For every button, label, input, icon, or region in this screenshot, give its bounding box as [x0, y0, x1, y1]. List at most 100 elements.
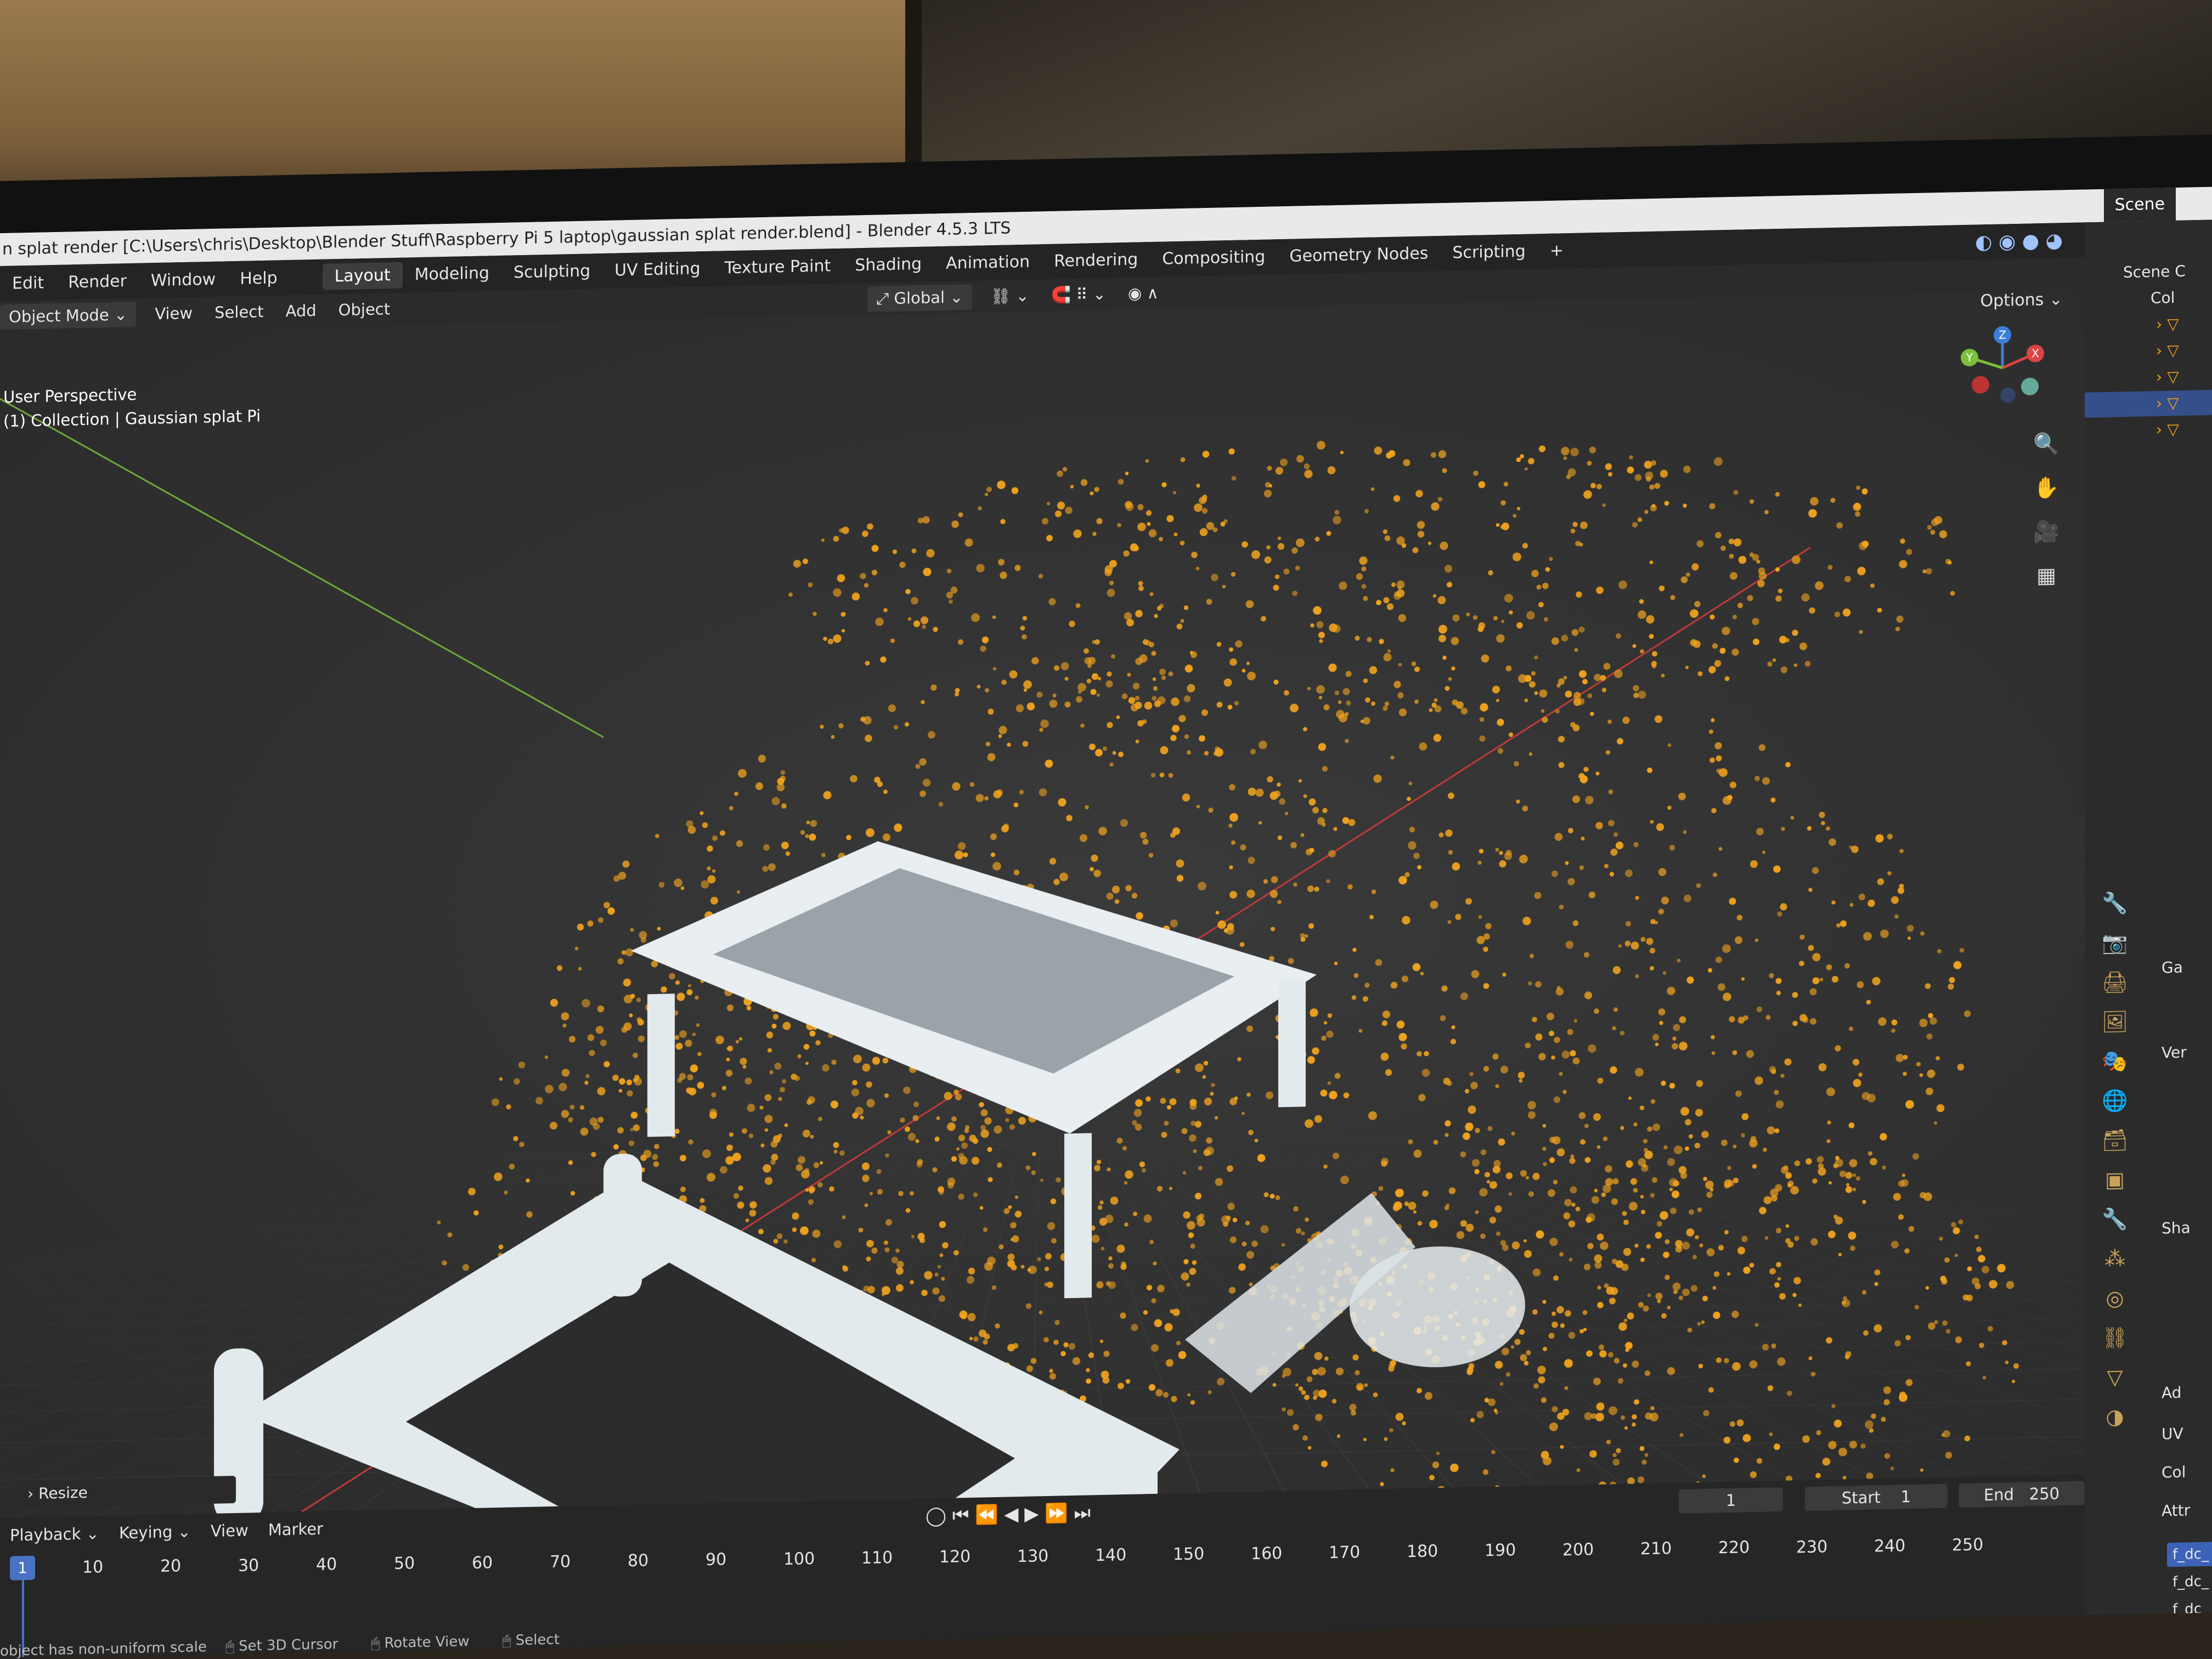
- scene-selector[interactable]: Scene: [2103, 187, 2176, 222]
- splat-point: [1096, 693, 1101, 697]
- splat-point: [1951, 1222, 1956, 1228]
- tab-rendering[interactable]: Rendering: [1042, 246, 1150, 275]
- attribute-item[interactable]: f_dc_: [2167, 1596, 2212, 1622]
- particles-icon[interactable]: ⁂: [2096, 1246, 2134, 1286]
- menu-select[interactable]: Select: [204, 302, 274, 323]
- menu-render[interactable]: Render: [56, 271, 139, 292]
- attribute-item[interactable]: f_dc_: [2167, 1569, 2212, 1594]
- physics-icon[interactable]: ◎: [2096, 1286, 2134, 1326]
- scene-icon[interactable]: 🎭: [2096, 1049, 2134, 1089]
- menu-add[interactable]: Add: [275, 301, 328, 321]
- output-icon[interactable]: 🖨: [2096, 970, 2134, 1010]
- outliner-object-5[interactable]: › ▽: [2085, 415, 2212, 444]
- pan-hand-icon[interactable]: ✋: [2030, 471, 2063, 504]
- splat-point: [1567, 1029, 1573, 1035]
- splat-point: [1635, 895, 1639, 900]
- material-icon[interactable]: ◑: [2096, 1404, 2134, 1444]
- splat-point: [1808, 945, 1814, 951]
- 3d-viewport[interactable]: User Perspective (1) Collection | Gaussi…: [0, 289, 2085, 1518]
- section-uv-maps[interactable]: UV: [2162, 1425, 2183, 1443]
- playback-controls[interactable]: ◯ ⏮ ⏪ ◀ ▶ ⏩ ⏭: [926, 1502, 1091, 1527]
- tab-shading[interactable]: Shading: [843, 251, 934, 279]
- tab-modeling[interactable]: Modeling: [403, 260, 501, 289]
- world-icon[interactable]: 🌐: [2096, 1088, 2134, 1128]
- splat-point: [1728, 538, 1735, 545]
- attribute-item[interactable]: f_res: [2167, 1624, 2212, 1649]
- playhead[interactable]: 1: [10, 1555, 35, 1581]
- navigation-gizmo[interactable]: Z Y X: [1959, 323, 2046, 413]
- proportional-edit-icon[interactable]: ◉ ∧: [1117, 283, 1170, 303]
- section-color-attributes[interactable]: Col: [2162, 1463, 2186, 1482]
- section-vertex-groups[interactable]: Ver: [2162, 1043, 2187, 1062]
- data-icon[interactable]: ▽: [2096, 1365, 2134, 1405]
- attribute-item[interactable]: f_dc_: [2167, 1542, 2212, 1567]
- outliner-object-3[interactable]: › ▽: [2085, 362, 2212, 392]
- menu-view[interactable]: View: [144, 303, 204, 323]
- splat-point: [1189, 1134, 1197, 1142]
- tab-animation[interactable]: Animation: [934, 249, 1042, 277]
- attribute-item[interactable]: f_res: [2167, 1651, 2212, 1659]
- menu-keying[interactable]: Keying ⌄: [109, 1522, 201, 1543]
- splat-point: [821, 853, 826, 857]
- splat-point: [1125, 885, 1132, 891]
- splat-point: [1597, 1077, 1604, 1084]
- last-operator-panel[interactable]: › Resize: [16, 1475, 236, 1508]
- render-icon[interactable]: 📷: [2096, 930, 2134, 970]
- transform-orientation-selector[interactable]: ⤢ Global ⌄: [867, 284, 972, 312]
- snap-icon[interactable]: 🧲 ⠿ ⌄: [1040, 284, 1117, 305]
- menu-timeline-view[interactable]: View: [201, 1521, 258, 1541]
- end-frame-field[interactable]: End 250: [1959, 1481, 2085, 1508]
- splat-point: [763, 844, 770, 851]
- tab-uv-editing[interactable]: UV Editing: [602, 256, 713, 284]
- menu-object[interactable]: Object: [328, 300, 401, 320]
- collection-icon[interactable]: 🗃: [2096, 1128, 2134, 1168]
- add-workspace-button[interactable]: +: [1538, 238, 1576, 264]
- start-frame-field[interactable]: Start 1: [1805, 1483, 1948, 1511]
- splat-point: [1523, 1239, 1527, 1243]
- current-frame-field[interactable]: 1: [1679, 1487, 1783, 1514]
- menu-marker[interactable]: Marker: [258, 1519, 333, 1539]
- outliner-object-1[interactable]: › ▽: [2085, 309, 2212, 339]
- pivot-icon[interactable]: ⛓ ⌄: [980, 286, 1040, 306]
- tab-sculpting[interactable]: Sculpting: [501, 258, 602, 286]
- splat-point: [607, 907, 615, 915]
- splat-point: [1238, 1263, 1246, 1271]
- splat-point: [1720, 545, 1726, 551]
- outliner-object-selected[interactable]: › ▽: [2085, 388, 2212, 418]
- splat-point: [1630, 941, 1639, 950]
- splat-point: [1448, 1187, 1456, 1194]
- camera-icon[interactable]: 🎥: [2030, 515, 2063, 548]
- splat-point: [1180, 457, 1186, 462]
- outliner-object-2[interactable]: › ▽: [2085, 336, 2212, 365]
- tab-geometry-nodes[interactable]: Geometry Nodes: [1277, 240, 1440, 270]
- object-icon[interactable]: ▣: [2096, 1167, 2134, 1207]
- section-attributes[interactable]: Attr: [2162, 1501, 2190, 1520]
- tool-icon[interactable]: 🔧: [2096, 891, 2134, 931]
- menu-help[interactable]: Help: [228, 268, 289, 288]
- constraints-icon[interactable]: ⛓: [2096, 1325, 2134, 1365]
- view-layer-icon[interactable]: 🖼: [2096, 1009, 2134, 1049]
- splat-point: [1240, 844, 1246, 851]
- tab-scripting[interactable]: Scripting: [1440, 238, 1537, 267]
- properties-object-name[interactable]: Ga: [2162, 958, 2183, 977]
- tab-compositing[interactable]: Compositing: [1150, 244, 1277, 273]
- mode-selector[interactable]: Object Mode ⌄: [0, 301, 137, 330]
- menu-playback[interactable]: Playback ⌄: [0, 1524, 109, 1545]
- outliner-scene[interactable]: Scene C: [2085, 257, 2212, 286]
- tab-layout[interactable]: Layout: [322, 262, 403, 290]
- modifier-icon[interactable]: 🔧: [2096, 1207, 2134, 1247]
- splat-point: [766, 1031, 774, 1039]
- splat-point: [1926, 568, 1932, 574]
- splat-point: [1741, 1133, 1745, 1138]
- zoom-icon[interactable]: 🔍: [2030, 427, 2063, 460]
- tab-texture-paint[interactable]: Texture Paint: [713, 253, 843, 282]
- outliner-collection[interactable]: Col: [2085, 283, 2212, 312]
- splat-point: [621, 950, 627, 955]
- section-add[interactable]: Ad: [2162, 1384, 2181, 1402]
- section-shape-keys[interactable]: Sha: [2162, 1218, 2191, 1237]
- menu-edit[interactable]: Edit: [0, 273, 56, 293]
- options-dropdown[interactable]: Options ⌄: [1969, 289, 2074, 314]
- menu-window[interactable]: Window: [139, 269, 228, 290]
- viewport-shading-icons[interactable]: ◐ ◉ ● ◕: [1975, 229, 2063, 253]
- splat-point: [738, 1037, 743, 1041]
